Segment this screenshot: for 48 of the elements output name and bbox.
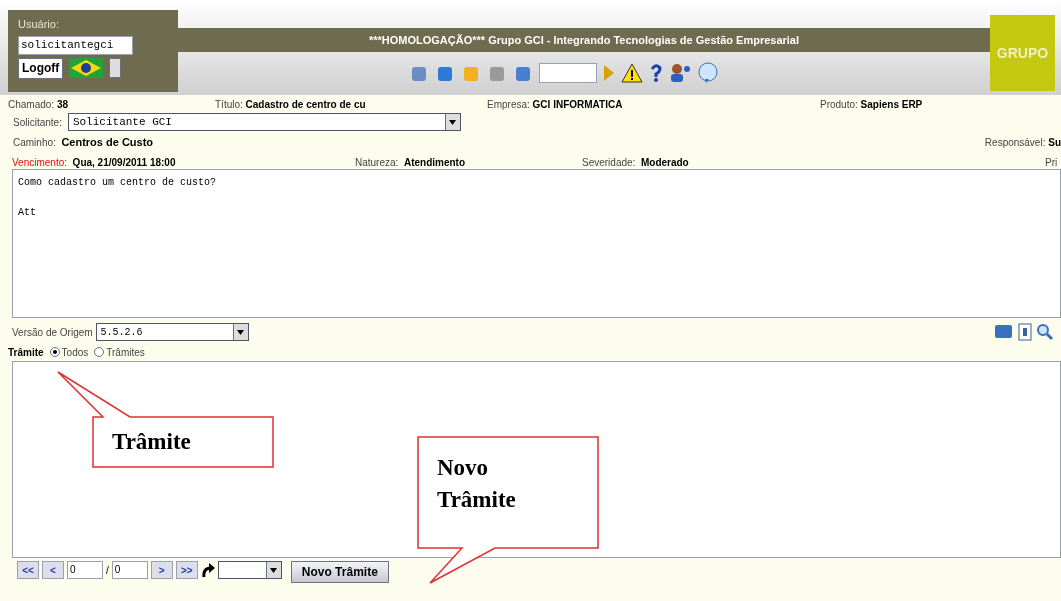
redo-arrow-icon[interactable]: [200, 562, 215, 578]
solicitante-select[interactable]: Solicitante GCI: [67, 113, 461, 131]
radio-label: Todos: [61, 345, 89, 360]
page-field[interactable]: 0: [67, 561, 103, 579]
field-text: Caminho: Centros de Custo: [13, 135, 154, 151]
field-text: Título: Cadastro de centro de cu: [215, 98, 366, 112]
field-text: Chamado: 38: [8, 98, 69, 112]
search-icon[interactable]: [1036, 323, 1054, 341]
field-text: Empresa: GCI INFORMATICA: [487, 98, 623, 112]
warning-icon[interactable]: [621, 63, 643, 83]
dropdown-arrow-icon[interactable]: [270, 567, 278, 573]
field-text: Vencimento: Qua, 21/09/2011 18:00: [12, 156, 176, 170]
first-page-button[interactable]: <<: [17, 561, 39, 579]
callout-tooltip-text: Novo Trâmite: [437, 454, 516, 514]
help-icon[interactable]: [649, 63, 663, 83]
radio-button[interactable]: [94, 347, 105, 357]
app-title: ***HOMOLOGAÇÃO*** Grupo GCI - Integrando Tecnologias de Gestão Empresarial: [368, 32, 800, 48]
dropdown-arrow-icon[interactable]: [449, 119, 457, 125]
dropdown-arrow-icon[interactable]: [237, 329, 245, 335]
flag-icon[interactable]: [69, 58, 104, 78]
next-page-button[interactable]: >: [150, 561, 173, 579]
field-text: Severidade: Moderado: [582, 156, 689, 170]
tramite-label: Trâmite: [8, 345, 44, 360]
user-label: Usuário:: [18, 17, 60, 32]
description-field[interactable]: Como cadastro um centro de custo? Att: [12, 169, 1061, 318]
logo: GRUPO: [990, 15, 1055, 91]
user-field[interactable]: solicitantegci: [18, 35, 133, 55]
help-bubble-icon[interactable]: [697, 62, 719, 84]
field-text: Responsável: Su: [984, 136, 1061, 150]
new-tramite-button[interactable]: Novo Trâmite: [290, 561, 389, 583]
spinner[interactable]: [109, 58, 122, 78]
versao-select[interactable]: 5.5.2.6: [95, 323, 249, 341]
search-field[interactable]: [539, 63, 597, 83]
last-page-button[interactable]: >>: [175, 561, 198, 579]
radio-button[interactable]: [49, 347, 60, 357]
radio-label: Trâmites: [106, 345, 145, 360]
goto-select[interactable]: [217, 561, 282, 579]
total-field: 0: [111, 561, 148, 579]
page-separator: /: [106, 563, 109, 578]
user-help-icon[interactable]: [669, 63, 691, 83]
field-text: Produto: Sapiens ERP: [820, 98, 923, 112]
field-text: Pri: [1045, 156, 1058, 170]
field-text: Natureza: Atendimento: [355, 156, 466, 170]
versao-label: Versão de Origem: [12, 325, 93, 340]
solicitante-label: Solicitante:: [13, 115, 62, 130]
previous-page-button[interactable]: <: [42, 561, 64, 579]
logoff-button[interactable]: Logoff: [18, 57, 64, 79]
callout-tooltip-text: Trâmite: [112, 428, 191, 456]
